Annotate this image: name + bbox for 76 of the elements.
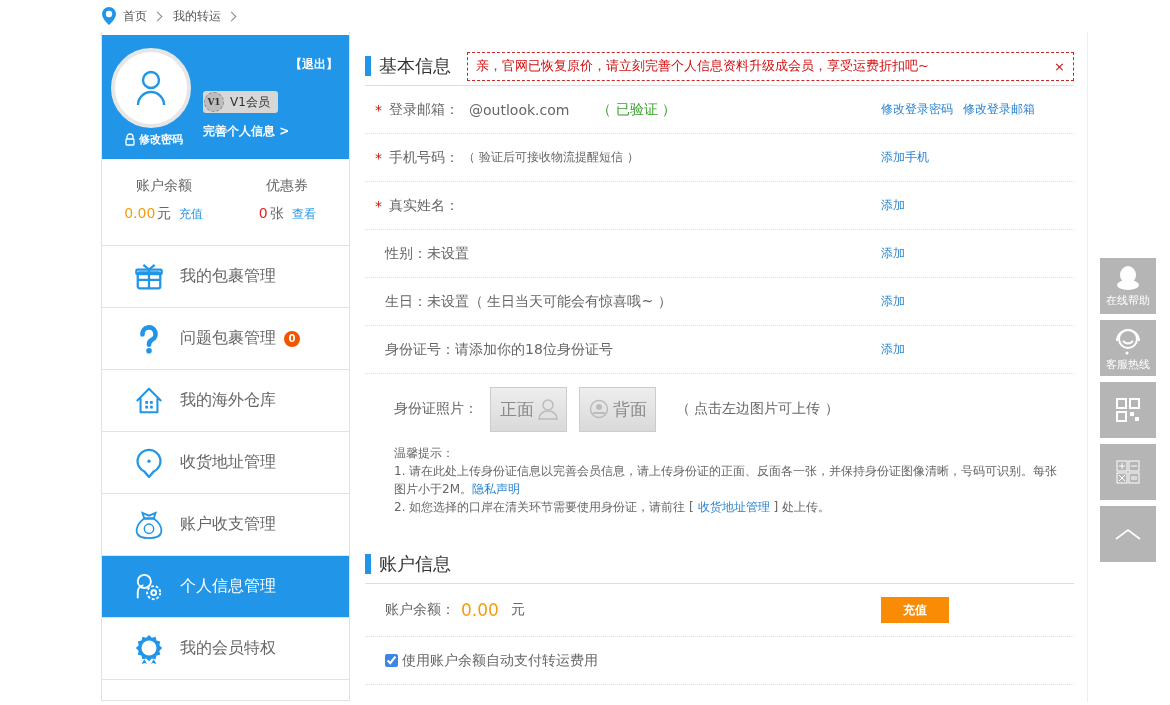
balance-value: 0.00 — [461, 600, 499, 620]
stat-value: 0.00 — [124, 205, 156, 221]
tip-link[interactable]: 隐私声明 — [472, 482, 520, 496]
tip-text: 2. 如您选择的口岸在清关环节需要使用身份证，请前往 [ 收货地址管理 ] 处上传。 — [394, 499, 831, 516]
side-tool-button[interactable] — [1100, 444, 1156, 500]
action-link[interactable]: 添加手机 — [881, 149, 929, 166]
stat-title: 优惠券 — [266, 177, 309, 195]
complete-profile-link[interactable]: 完善个人信息 > — [203, 123, 338, 140]
member-level-badge: V1 V1会员 — [203, 91, 278, 113]
auto-pay-checkbox[interactable] — [385, 654, 398, 667]
checkbox-label: 使用账户余额自动支付转运费用 — [402, 651, 598, 670]
unit-label: 元 — [510, 601, 525, 619]
upload-tile[interactable]: 正面 — [490, 386, 567, 432]
breadcrumb-link[interactable]: 我的转运 — [173, 7, 221, 25]
action-link[interactable]: 添加 — [881, 293, 905, 310]
user-icon — [136, 70, 166, 106]
side-tool-button[interactable] — [1100, 506, 1156, 562]
action-link[interactable]: 添加 — [881, 197, 905, 214]
menu-item[interactable]: 收货地址管理 — [102, 432, 349, 494]
location-pin-icon — [134, 447, 164, 478]
chevron-up-icon — [1114, 527, 1142, 541]
field-label: 手机号码： — [389, 148, 459, 167]
emblem-icon — [588, 399, 609, 419]
menu-item[interactable]: 问题包裹管理 0 — [102, 308, 349, 370]
tip-text: 1. 请在此处上传身份证信息以完善会员信息，请上传身份证的正面、反面各一张，并保持身份证图像清晰，号码可识别。每张图片小于2M。隐私声明 — [394, 463, 1059, 498]
qr-code-icon — [1116, 398, 1140, 422]
side-tool-button[interactable] — [1100, 382, 1156, 438]
unit-label: 元 — [157, 205, 172, 223]
field-hint: （ 验证后可接收物流提醒短信 ） — [463, 149, 639, 166]
notice-text: 亲，官网已恢复原价，请立刻完善个人信息资料升级成会员，享受运费折扣吧~ — [476, 57, 929, 75]
field-label: 性别：未设置 — [385, 244, 469, 263]
calculator-icon — [1116, 460, 1140, 484]
badge-icon — [134, 633, 164, 664]
money-bag-icon — [134, 509, 164, 540]
required-mark: * — [375, 149, 383, 166]
upload-tile[interactable]: 背面 — [579, 386, 656, 432]
field-label: 身份证照片： — [394, 400, 478, 418]
house-icon — [134, 385, 164, 416]
menu-item[interactable]: 我的会员特权 — [102, 618, 349, 680]
stat-value: 0 — [258, 205, 268, 221]
count-badge: 0 — [284, 330, 300, 347]
location-pin-icon — [101, 6, 117, 26]
required-mark: * — [375, 197, 383, 214]
field-label: 生日：未设置（ 生日当天可能会有惊喜哦~ ） — [385, 292, 672, 311]
lock-icon — [125, 133, 135, 146]
action-link[interactable]: 修改登录密码 — [881, 101, 953, 118]
section-title: 基本信息 — [365, 56, 451, 76]
field-label: 登录邮箱： — [389, 100, 459, 119]
stat-title: 账户余额 — [135, 177, 192, 195]
verified-status: （ 已验证 ） — [597, 100, 677, 119]
user-gear-icon — [134, 571, 164, 602]
breadcrumb-link[interactable]: 首页 — [123, 7, 147, 25]
menu-item[interactable]: 个人信息管理 — [102, 556, 349, 618]
logout-link[interactable]: 【退出】 — [290, 56, 338, 73]
person-icon — [537, 398, 558, 420]
field-label: 身份证号：请添加你的18位身份证号 — [385, 340, 613, 359]
section-title: 账户信息 — [365, 554, 451, 574]
tip-link[interactable]: 收货地址管理 — [697, 500, 770, 514]
stat-link[interactable]: 查看 — [291, 206, 316, 223]
change-password-link[interactable]: 修改密码 — [125, 132, 183, 147]
upload-hint: （ 点击左边图片可上传 ） — [676, 400, 839, 418]
stat-link[interactable]: 充值 — [179, 206, 204, 223]
tips-title: 温馨提示： — [394, 445, 455, 462]
action-link[interactable]: 修改登录邮箱 — [963, 101, 1035, 118]
unit-label: 张 — [269, 205, 284, 223]
menu-item[interactable]: 我的海外仓库 — [102, 370, 349, 432]
action-link[interactable]: 添加 — [881, 245, 905, 262]
field-value: @outlook.com — [469, 101, 570, 118]
required-mark: * — [375, 101, 383, 118]
field-label: 账户余额： — [385, 601, 455, 619]
action-link[interactable]: 添加 — [881, 341, 905, 358]
recharge-button[interactable]: 充值 — [881, 597, 949, 623]
field-label: 真实姓名： — [389, 196, 459, 215]
close-button[interactable]: × — [1054, 58, 1065, 74]
gift-icon — [134, 261, 164, 292]
menu-item[interactable]: 我的包裹管理 — [102, 246, 349, 308]
